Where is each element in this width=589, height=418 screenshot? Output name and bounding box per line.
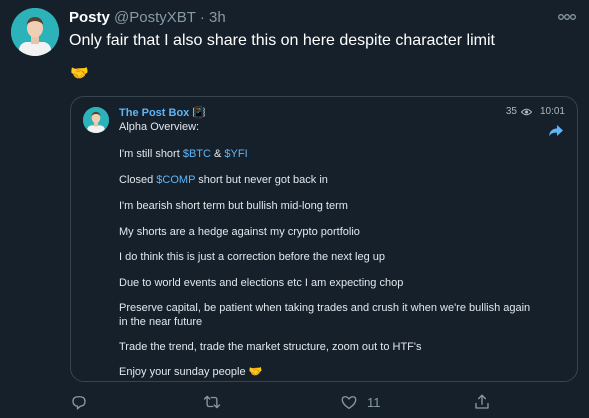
post-line-9: Enjoy your sunday people 🤝 xyxy=(119,366,263,378)
cashtag-comp: $COMP xyxy=(156,174,196,186)
author-handle[interactable]: @PostyXBT xyxy=(114,9,196,26)
handshake-emoji: 🤝 xyxy=(70,65,89,82)
cashtag-btc: $BTC xyxy=(182,148,211,160)
channel-avatar xyxy=(83,107,109,133)
view-count: 35 xyxy=(505,106,517,117)
heart-icon xyxy=(341,396,357,410)
line-1-separator: & xyxy=(210,148,225,160)
share-button[interactable] xyxy=(473,393,500,411)
post-line-7a: Preserve capital, be patient when taking… xyxy=(119,302,531,314)
tweet-text: Only fair that I also share this on here… xyxy=(69,32,495,49)
like-button[interactable]: 11 xyxy=(340,393,381,411)
post-line-1: I'm still short $BTC & $YFI xyxy=(119,147,248,161)
more-horizontal-icon[interactable] xyxy=(556,10,578,24)
line-1-text: I'm still short xyxy=(119,148,183,160)
post-line-8: Trade the trend, trade the market struct… xyxy=(119,341,422,353)
post-meta: 35 10:01 xyxy=(506,106,565,117)
post-subtitle: Alpha Overview: xyxy=(119,121,200,133)
embedded-image-card[interactable]: The Post Box 📳 Alpha Overview: 35 10:01 I… xyxy=(70,96,578,382)
reply-button[interactable] xyxy=(70,393,97,411)
channel-badge: 📳 xyxy=(192,107,206,119)
post-line-4: My shorts are a hedge against my crypto … xyxy=(119,226,360,238)
channel-name-text: The Post Box xyxy=(119,107,190,119)
retweet-button[interactable] xyxy=(203,393,230,411)
tweet-header: Posty @PostyXBT · 3h xyxy=(69,9,226,26)
channel-name: The Post Box 📳 xyxy=(119,106,206,119)
retweet-icon xyxy=(203,395,221,409)
line-2-prefix: Closed xyxy=(119,174,157,186)
post-time: 10:01 xyxy=(539,106,565,117)
tweet-timestamp[interactable]: 3h xyxy=(209,9,226,26)
share-arrow-icon xyxy=(548,124,564,138)
post-line-3: I'm bearish short term but bullish mid-l… xyxy=(119,200,348,212)
avatar[interactable] xyxy=(11,8,59,56)
share-icon xyxy=(475,394,489,409)
eye-icon xyxy=(520,108,532,115)
post-line-7b: in the near future xyxy=(119,316,203,328)
like-count: 11 xyxy=(367,394,381,410)
avatar-image xyxy=(11,8,59,56)
line-2-suffix: short but never got back in xyxy=(195,174,328,186)
header-separator: · xyxy=(199,9,205,26)
post-line-5: I do think this is just a correction bef… xyxy=(119,251,385,263)
author-name[interactable]: Posty xyxy=(69,9,110,26)
post-line-2: Closed $COMP short but never got back in xyxy=(119,173,328,187)
post-line-6: Due to world events and elections etc I … xyxy=(119,277,404,289)
cashtag-yfi: $YFI xyxy=(224,148,248,160)
reply-icon xyxy=(72,396,86,410)
